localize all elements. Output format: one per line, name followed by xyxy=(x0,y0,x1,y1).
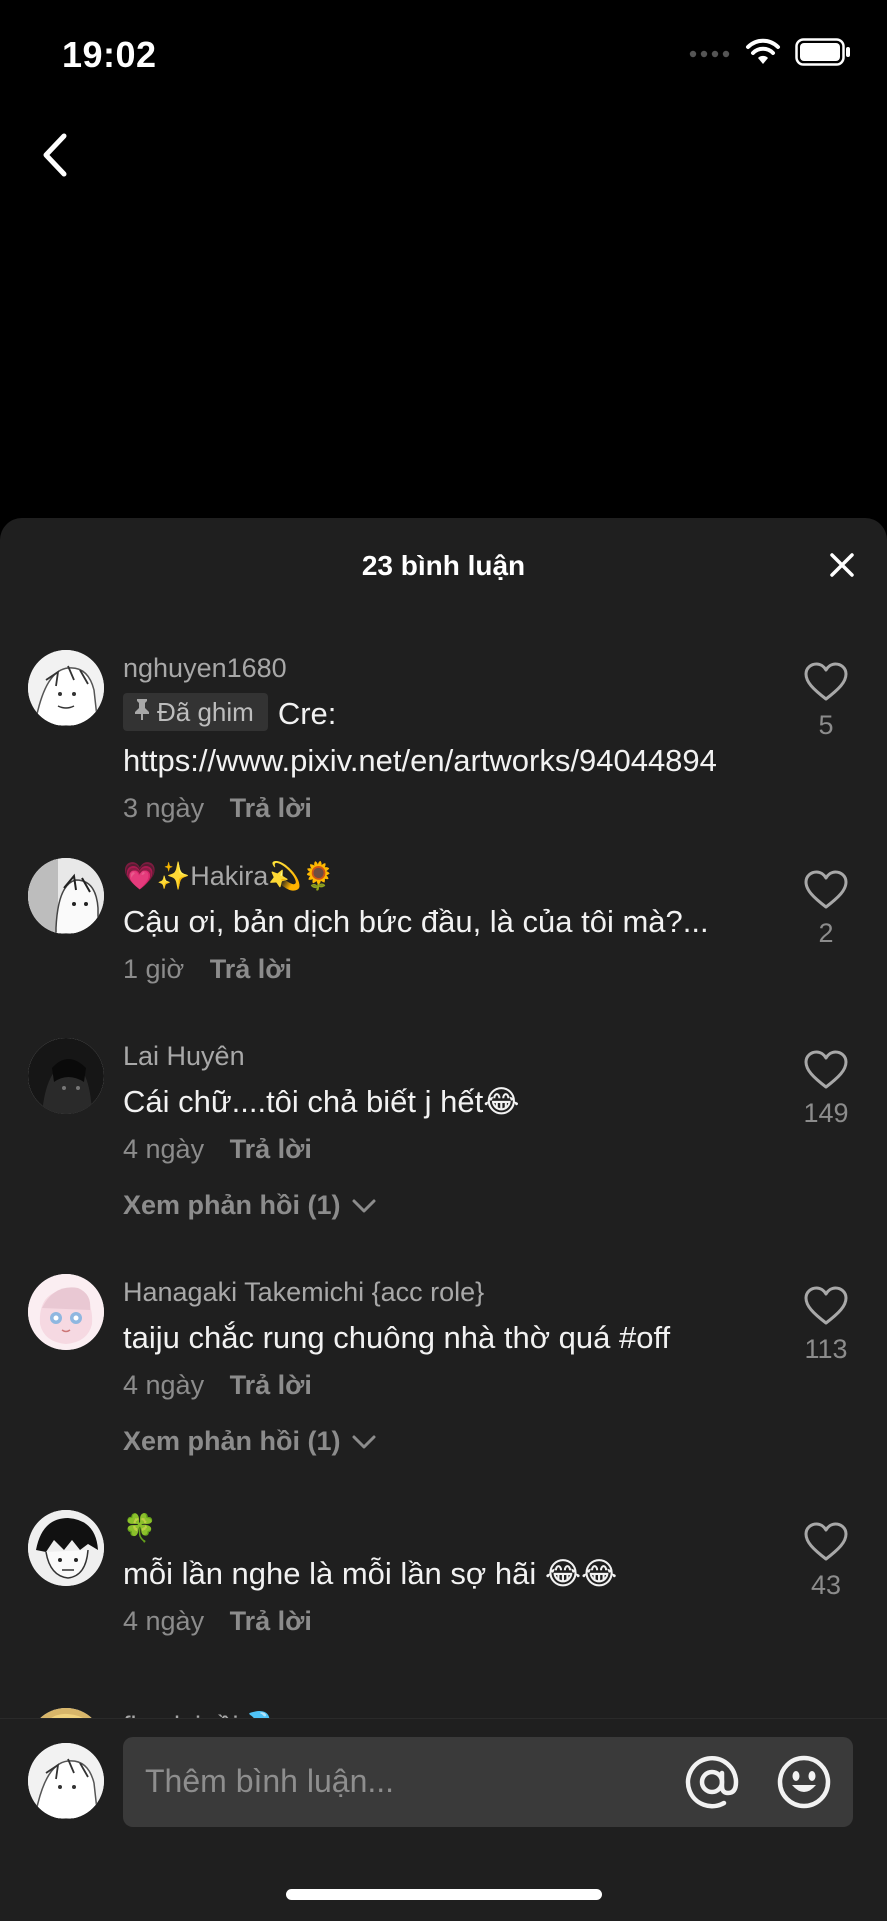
status-time: 19:02 xyxy=(62,34,157,75)
status-icons xyxy=(689,38,851,71)
heart-icon xyxy=(803,1522,849,1566)
reply-button[interactable]: Trả lời xyxy=(230,1370,312,1400)
avatar[interactable] xyxy=(28,1038,104,1114)
comment-username[interactable]: 🍀 xyxy=(123,1510,763,1546)
comment-meta: 4 ngày Trả lời xyxy=(123,1367,763,1403)
reply-button[interactable]: Trả lời xyxy=(230,1134,312,1164)
view-replies-label: Xem phản hồi (1) xyxy=(123,1190,341,1220)
avatar[interactable] xyxy=(28,1510,104,1586)
pinned-label: Đã ghim xyxy=(157,697,254,727)
comment-text: mỗi lần nghe là mỗi lần sợ hãi 😂😂 xyxy=(123,1556,618,1591)
battery-icon xyxy=(795,38,851,71)
like-button[interactable]: 113 xyxy=(791,1286,861,1367)
heart-icon xyxy=(803,662,849,706)
comment-time: 1 giờ xyxy=(123,954,185,984)
like-count: 2 xyxy=(818,918,834,948)
comment-body: Hanagaki Takemichi {acc role} taiju chắc… xyxy=(123,1274,763,1459)
sheet-header: 23 bình luận xyxy=(0,518,887,612)
signal-icon xyxy=(689,46,731,64)
comment-time: 4 ngày xyxy=(123,1606,205,1636)
comment-time: 4 ngày xyxy=(123,1134,205,1164)
emoji-icon xyxy=(773,1755,835,1817)
comment-text: Đã ghim Cre: https://www.pixiv.net/en/ar… xyxy=(123,690,763,784)
comments-sheet: 23 bình luận nghuyen1680 Đã ghim Cre: ht… xyxy=(0,518,887,1920)
like-count: 113 xyxy=(804,1334,848,1364)
reply-button[interactable]: Trả lời xyxy=(230,1606,312,1636)
like-button[interactable]: 43 xyxy=(791,1522,861,1603)
chevron-down-icon xyxy=(351,1187,377,1223)
heart-icon xyxy=(803,1286,849,1330)
comment-body: 💗✨Hakira💫🌻 Cậu ơi, bản dịch bức đầu, là … xyxy=(123,858,763,987)
comment-text: taiju chắc rung chuông nhà thờ quá #off xyxy=(123,1320,671,1355)
comment-meta: 1 giờ Trả lời xyxy=(123,951,763,987)
like-button[interactable]: 2 xyxy=(791,870,861,951)
comment-username[interactable]: Hanagaki Takemichi {acc role} xyxy=(123,1274,763,1310)
current-user-avatar[interactable] xyxy=(28,1743,104,1819)
avatar[interactable] xyxy=(28,650,104,726)
wifi-icon xyxy=(745,38,781,71)
heart-icon xyxy=(803,1050,849,1094)
comment-input-placeholder: Thêm bình luận... xyxy=(145,1763,395,1799)
comment-text: Cái chữ....tôi chả biết j hết😂 xyxy=(123,1084,520,1119)
comment-meta: 3 ngày Trả lời xyxy=(123,790,763,826)
pin-icon xyxy=(133,693,151,731)
pinned-badge: Đã ghim xyxy=(123,693,268,731)
avatar[interactable] xyxy=(28,858,104,934)
comment-username[interactable]: Lai Huyên xyxy=(123,1038,763,1074)
comment-body: nghuyen1680 Đã ghim Cre: https://www.pix… xyxy=(123,650,763,826)
close-icon xyxy=(829,552,855,583)
reply-button[interactable]: Trả lời xyxy=(230,793,312,823)
view-replies-button[interactable]: Xem phản hồi (1) xyxy=(123,1187,377,1223)
home-indicator[interactable] xyxy=(286,1889,602,1900)
comment-meta: 4 ngày Trả lời xyxy=(123,1603,763,1639)
comment-text: Cậu ơi, bản dịch bức đầu, là của tôi mà?… xyxy=(123,904,709,939)
comment-time: 3 ngày xyxy=(123,793,205,823)
like-count: 43 xyxy=(810,1570,842,1600)
comment-time: 4 ngày xyxy=(123,1370,205,1400)
comment-meta: 4 ngày Trả lời xyxy=(123,1131,763,1167)
avatar[interactable] xyxy=(28,1274,104,1350)
status-bar: 19:02 xyxy=(0,0,887,110)
view-replies-button[interactable]: Xem phản hồi (1) xyxy=(123,1423,377,1459)
back-button[interactable] xyxy=(30,122,80,192)
like-button[interactable]: 149 xyxy=(791,1050,861,1131)
like-count: 149 xyxy=(803,1098,849,1128)
comment-input[interactable]: Thêm bình luận... xyxy=(123,1737,853,1827)
like-count: 5 xyxy=(818,710,834,740)
comment-body: 🍀 mỗi lần nghe là mỗi lần sợ hãi 😂😂 4 ng… xyxy=(123,1510,763,1639)
comments-count-title: 23 bình luận xyxy=(361,550,526,581)
emoji-button[interactable] xyxy=(773,1751,835,1813)
comment-body: Lai Huyên Cái chữ....tôi chả biết j hết😂… xyxy=(123,1038,763,1223)
comment-username[interactable]: 💗✨Hakira💫🌻 xyxy=(123,858,763,894)
close-button[interactable] xyxy=(817,542,867,592)
comment-username[interactable]: nghuyen1680 xyxy=(123,650,763,686)
reply-button[interactable]: Trả lời xyxy=(210,954,292,984)
like-button[interactable]: 5 xyxy=(791,662,861,743)
comments-list[interactable]: nghuyen1680 Đã ghim Cre: https://www.pix… xyxy=(0,612,887,1736)
mention-button[interactable] xyxy=(681,1751,743,1813)
chevron-left-icon xyxy=(40,132,70,183)
view-replies-label: Xem phản hồi (1) xyxy=(123,1426,341,1456)
heart-icon xyxy=(803,870,849,914)
chevron-down-icon xyxy=(351,1423,377,1459)
at-sign-icon xyxy=(681,1755,743,1817)
